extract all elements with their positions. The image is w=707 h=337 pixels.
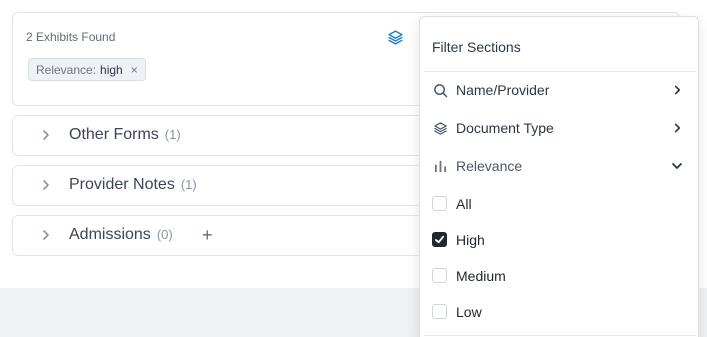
option-label: All (456, 196, 472, 212)
checkbox[interactable] (432, 268, 447, 283)
filter-item-label: Document Type (456, 120, 554, 136)
section-title: Provider Notes (1) (69, 176, 197, 193)
chevron-right-icon (39, 128, 53, 142)
layers-icon (387, 29, 403, 45)
chevron-right-icon (39, 178, 53, 192)
relevance-option-high[interactable]: High (424, 224, 696, 254)
chip-value: high (100, 62, 123, 77)
section-title: Other Forms (1) (69, 126, 181, 143)
divider (424, 335, 696, 336)
chevron-right-icon (39, 228, 53, 242)
layers-icon (432, 120, 448, 136)
checkmark-icon (434, 235, 445, 244)
filter-item-relevance[interactable]: Relevance (424, 149, 696, 183)
chevron-right-icon (670, 121, 684, 135)
filter-item-name-provider[interactable]: Name/Provider (424, 73, 696, 107)
section-count: (1) (164, 127, 181, 142)
checkbox[interactable] (432, 196, 447, 211)
add-admission-button[interactable]: + (202, 225, 213, 245)
section-count: (0) (156, 227, 173, 242)
chevron-right-icon (670, 83, 684, 97)
relevance-option-medium[interactable]: Medium (424, 260, 696, 290)
filter-panel-title: Filter Sections (432, 39, 521, 55)
filter-item-document-type[interactable]: Document Type (424, 111, 696, 145)
filter-item-label: Relevance (456, 158, 523, 174)
checkbox[interactable] (432, 304, 447, 319)
chip-label: Relevance: (36, 62, 97, 77)
option-label: Low (456, 304, 482, 320)
checkbox-checked[interactable] (432, 232, 447, 247)
filter-sections-panel: Filter Sections Name/Provider Document T… (419, 16, 699, 337)
exhibits-found-count: 2 Exhibits Found (26, 30, 116, 44)
relevance-option-low[interactable]: Low (424, 296, 696, 326)
section-count: (1) (180, 177, 197, 192)
option-label: Medium (456, 268, 506, 284)
chip-remove-icon[interactable]: × (131, 63, 138, 77)
layers-toggle-button[interactable] (386, 28, 404, 46)
bar-chart-icon (432, 158, 448, 174)
filter-item-label: Name/Provider (456, 82, 550, 98)
divider (424, 71, 696, 72)
relevance-filter-chip: Relevance: high × (28, 58, 146, 81)
relevance-option-all[interactable]: All (424, 188, 696, 218)
option-label: High (456, 232, 485, 248)
search-icon (432, 82, 448, 98)
chevron-down-icon (670, 159, 684, 173)
section-title: Admissions (0) (69, 226, 173, 243)
